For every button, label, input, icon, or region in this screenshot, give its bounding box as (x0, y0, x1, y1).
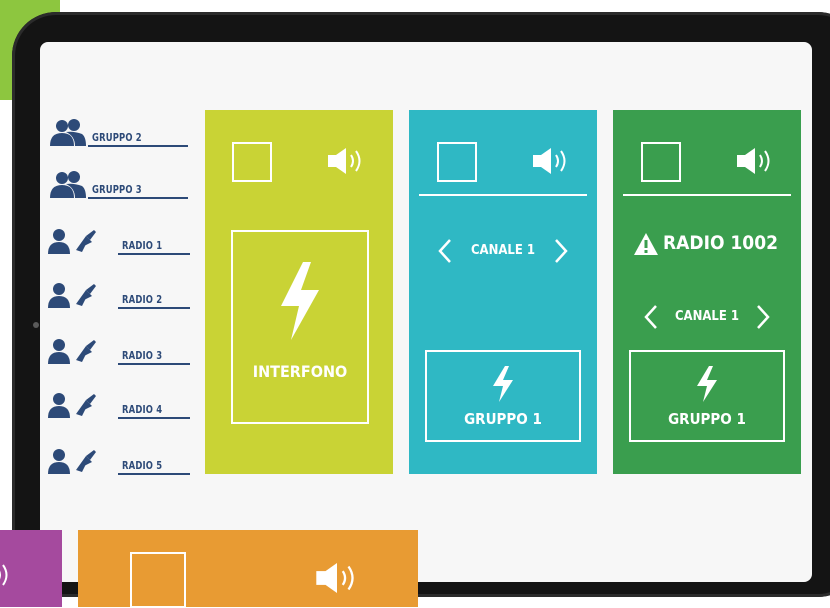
intercom-button[interactable]: INTERFONO (231, 230, 369, 424)
label-underline (118, 363, 190, 365)
speaker-icon[interactable] (531, 146, 571, 176)
radio-icon (76, 340, 96, 362)
sidebar-item-label: GRUPPO 3 (92, 183, 142, 196)
channel-label: CANALE 1 (674, 309, 740, 324)
user-icon (48, 449, 70, 474)
radio-icon (76, 394, 96, 416)
speaker-waves-icon (0, 564, 8, 586)
sidebar-item-label: RADIO 4 (122, 403, 163, 416)
group-button[interactable]: GRUPPO 1 (629, 350, 785, 442)
label-underline (88, 197, 188, 199)
speaker-icon[interactable] (314, 560, 360, 596)
chevron-left-icon[interactable] (437, 238, 453, 264)
channel-label: CANALE 1 (470, 243, 536, 258)
group-label: GRUPPO 1 (668, 410, 746, 428)
sidebar-item-radio-4[interactable]: RADIO 4 (48, 388, 198, 422)
sidebar-item-label: RADIO 5 (122, 459, 163, 472)
sidebar-item-label: GRUPPO 2 (92, 131, 142, 144)
sidebar-item-label: RADIO 2 (122, 293, 163, 306)
label-underline (118, 253, 190, 255)
warning-icon (634, 233, 658, 255)
label-underline (118, 473, 190, 475)
select-checkbox[interactable] (130, 552, 186, 608)
label-underline (118, 307, 190, 309)
chevron-right-icon[interactable] (553, 238, 569, 264)
lightning-icon (697, 366, 717, 402)
sidebar-item-radio-2[interactable]: RADIO 2 (48, 278, 198, 312)
label-underline (118, 417, 190, 419)
camera-icon (33, 322, 39, 328)
lightning-icon (281, 262, 319, 340)
select-checkbox[interactable] (232, 142, 272, 182)
user-icon (48, 229, 70, 254)
radio-title: RADIO 1002 (663, 232, 778, 254)
group-icon (50, 171, 86, 198)
sidebar-item-label: RADIO 3 (122, 349, 163, 362)
divider (623, 194, 791, 196)
speaker-icon[interactable] (735, 146, 775, 176)
sidebar-item-gruppo-2[interactable]: GRUPPO 2 (48, 116, 198, 150)
user-icon (48, 283, 70, 308)
chevron-left-icon[interactable] (643, 304, 659, 330)
radio-icon (76, 284, 96, 306)
sidebar-item-radio-1[interactable]: RADIO 1 (48, 224, 198, 258)
sidebar-item-gruppo-3[interactable]: GRUPPO 3 (48, 168, 198, 202)
speaker-icon[interactable] (326, 146, 366, 176)
user-icon (48, 393, 70, 418)
channel-panel: CANALE 1 GRUPPO 1 (409, 110, 597, 474)
radio-panel: RADIO 1002 CANALE 1 GRUPPO 1 (613, 110, 801, 474)
sidebar-item-label: RADIO 1 (122, 239, 163, 252)
label-underline (88, 145, 188, 147)
sidebar-item-radio-3[interactable]: RADIO 3 (48, 334, 198, 368)
group-icon (50, 119, 86, 146)
radio-icon (76, 450, 96, 472)
group-button[interactable]: GRUPPO 1 (425, 350, 581, 442)
sidebar-item-radio-5[interactable]: RADIO 5 (48, 444, 198, 478)
chevron-right-icon[interactable] (755, 304, 771, 330)
user-icon (48, 339, 70, 364)
app-screen: GRUPPO 2 GRUPPO 3 RADIO 1 RADIO 2 RADIO … (40, 42, 812, 582)
intercom-panel: INTERFONO (205, 110, 393, 474)
select-checkbox[interactable] (437, 142, 477, 182)
divider (419, 194, 587, 196)
intercom-label: INTERFONO (252, 362, 348, 381)
group-label: GRUPPO 1 (464, 410, 542, 428)
select-checkbox[interactable] (641, 142, 681, 182)
radio-icon (76, 230, 96, 252)
orange-panel (78, 530, 418, 608)
purple-panel (0, 530, 62, 607)
lightning-icon (493, 366, 513, 402)
